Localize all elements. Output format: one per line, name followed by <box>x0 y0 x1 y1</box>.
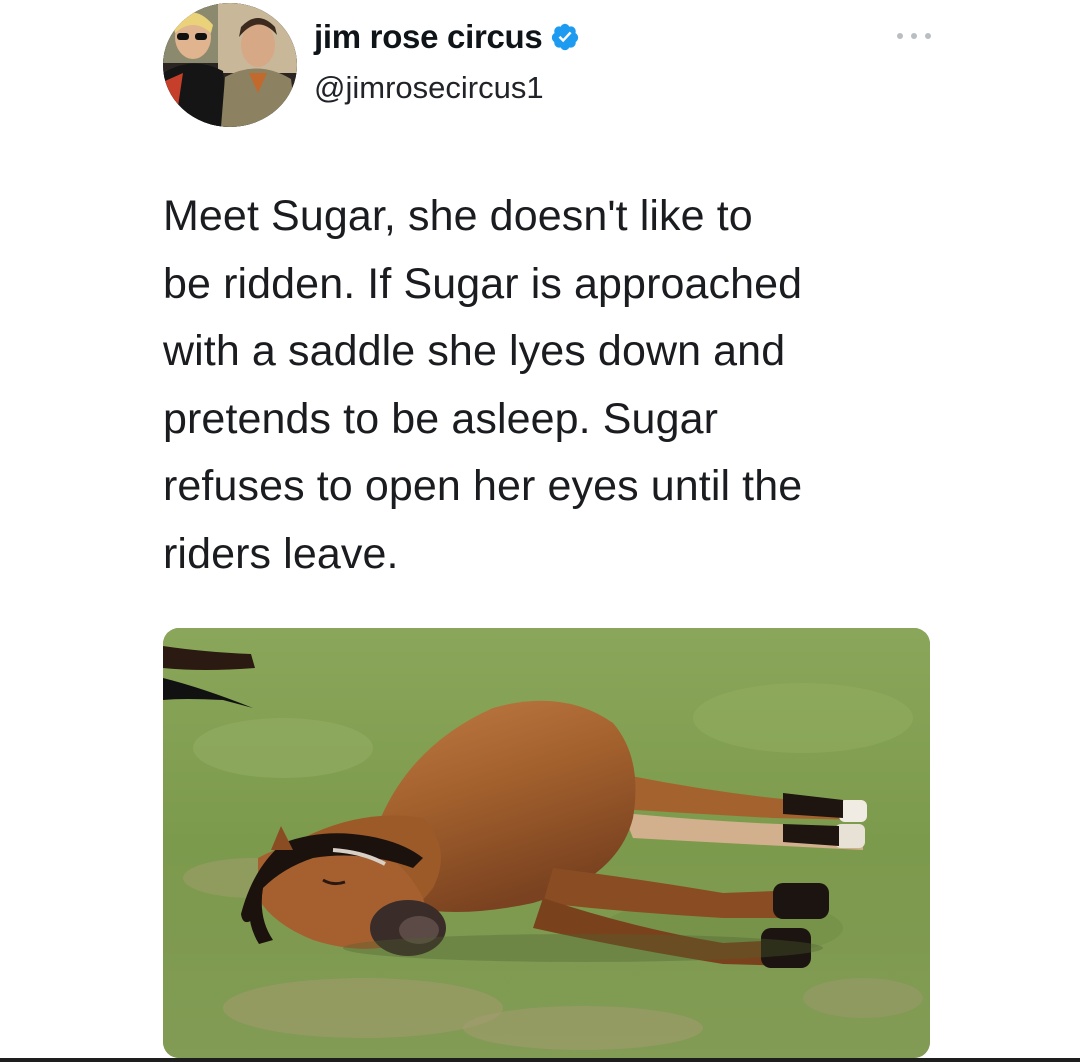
tweet-text-line: be ridden. If Sugar is approached <box>163 259 803 308</box>
dot <box>925 33 931 39</box>
bottom-divider <box>0 1058 1080 1062</box>
avatar-photo <box>163 3 297 127</box>
tweet-text: Meet Sugar, she doesn't like to be ridde… <box>163 183 963 588</box>
tweet-photo[interactable] <box>163 628 930 1058</box>
dot <box>897 33 903 39</box>
avatar[interactable] <box>163 3 297 127</box>
tweet-text-line: Meet Sugar, she doesn't like to <box>163 192 753 240</box>
author-name-row[interactable]: jim rose circus <box>314 15 580 59</box>
horse-lying-on-grass-photo <box>163 628 930 1058</box>
tweet-text-line: riders leave. <box>163 529 399 578</box>
tweet-text-line: refuses to open her eyes until the <box>163 462 803 510</box>
display-name[interactable]: jim rose circus <box>314 18 543 56</box>
more-dots-icon[interactable] <box>897 28 931 44</box>
tweet-text-line: pretends to be asleep. Sugar <box>163 394 719 443</box>
dot <box>911 33 917 39</box>
user-handle[interactable]: @jimrosecircus1 <box>314 70 544 106</box>
tweet-text-line: with a saddle she lyes down and <box>163 327 786 375</box>
verified-badge-icon <box>552 23 579 51</box>
